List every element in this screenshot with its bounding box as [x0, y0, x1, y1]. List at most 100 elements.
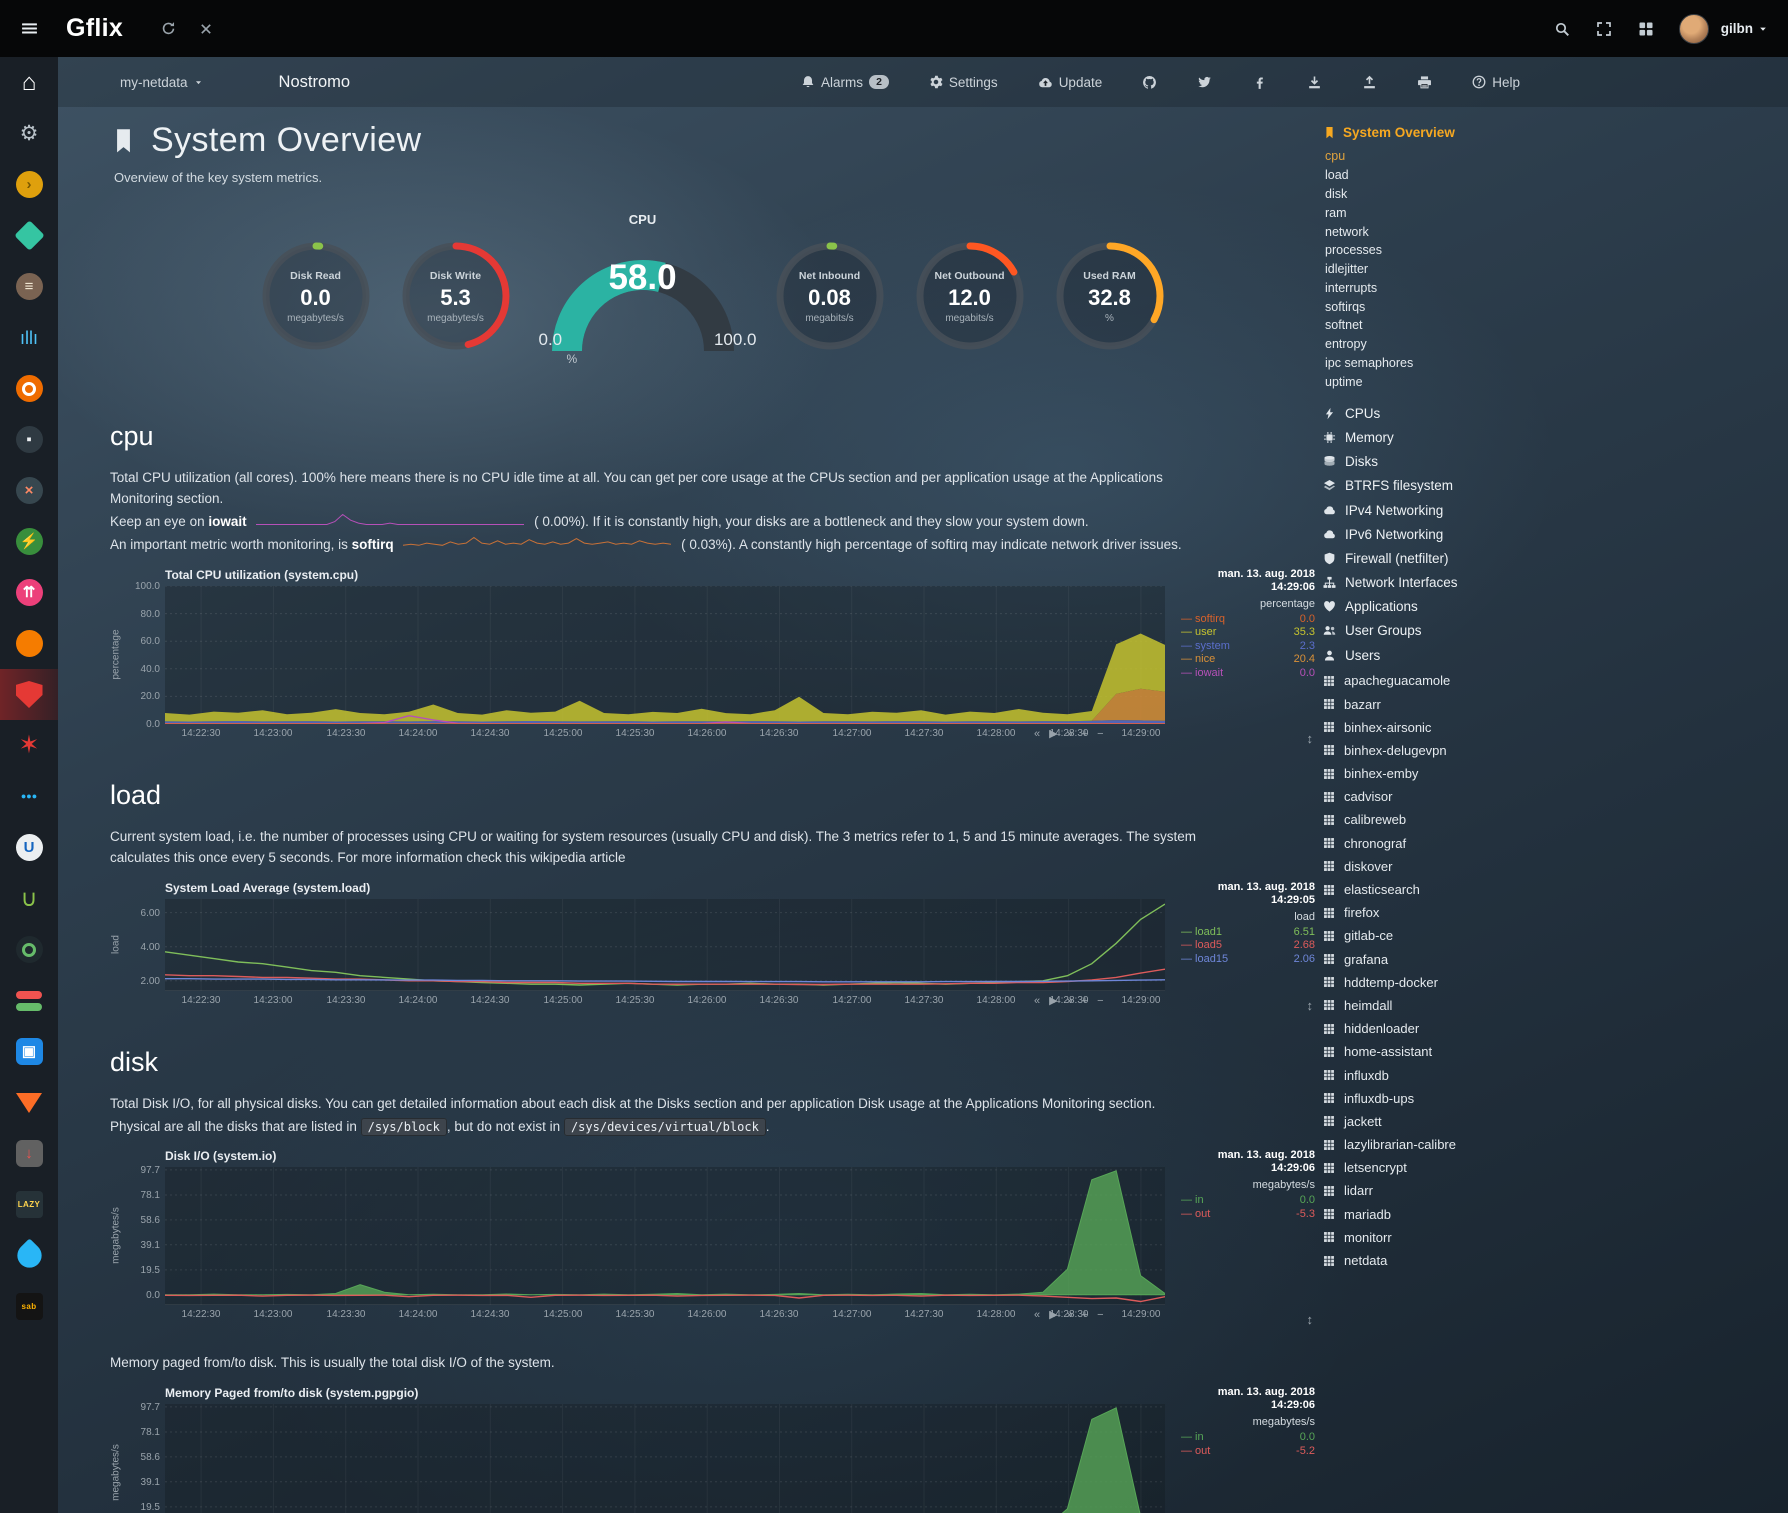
chart-plot-area[interactable] — [165, 1404, 1165, 1513]
gauge-net-inbound[interactable]: Net Inbound0.08megabits/s — [771, 237, 889, 355]
chart-zoom-in-button[interactable]: + — [1082, 728, 1088, 740]
legend-item-load15[interactable]: — load152.06 — [1181, 953, 1315, 967]
legend-item-iowait[interactable]: — iowait0.0 — [1181, 667, 1315, 681]
chart-pan-right-button[interactable]: » — [1067, 995, 1073, 1007]
sidebar-app-deluge[interactable] — [0, 1230, 58, 1281]
sidebar-app-jackett[interactable] — [0, 363, 58, 414]
help-button[interactable]: Help — [1472, 75, 1520, 90]
export-button[interactable] — [1362, 75, 1377, 90]
menu-app-bazarr[interactable]: bazarr — [1323, 692, 1573, 715]
legend-item-out[interactable]: — out-5.2 — [1181, 1445, 1315, 1459]
chart-zoom-out-button[interactable]: − — [1097, 1309, 1103, 1321]
menu-section-btrfs-filesystem[interactable]: BTRFS filesystem — [1323, 474, 1573, 498]
menu-item-uptime[interactable]: uptime — [1325, 372, 1573, 391]
user-menu[interactable]: gilbn — [1721, 21, 1772, 36]
menu-item-disk[interactable]: disk — [1325, 185, 1573, 204]
refresh-tab-button[interactable] — [149, 0, 187, 57]
search-button[interactable] — [1543, 0, 1581, 57]
menu-section-memory[interactable]: Memory — [1323, 425, 1573, 449]
menu-section-user-groups[interactable]: User Groups — [1323, 619, 1573, 643]
chart-zoom-out-button[interactable]: − — [1097, 728, 1103, 740]
server-dropdown[interactable]: my-netdata — [120, 75, 203, 90]
legend-item-system[interactable]: — system2.3 — [1181, 640, 1315, 654]
sidebar-app-lazylibrarian[interactable]: LAZY — [0, 1179, 58, 1230]
sidebar-app-nextcloud[interactable]: ●●● — [0, 771, 58, 822]
menu-item-network[interactable]: network — [1325, 222, 1573, 241]
chart-pan-right-button[interactable]: » — [1067, 1309, 1073, 1321]
sidebar-app-utorrent[interactable]: ∪ — [0, 873, 58, 924]
menu-section-users[interactable]: Users — [1323, 643, 1573, 667]
menu-item-ipc-semaphores[interactable]: ipc semaphores — [1325, 354, 1573, 373]
chart-play-button[interactable]: ▶ — [1049, 1309, 1057, 1321]
menu-item-softirqs[interactable]: softirqs — [1325, 297, 1573, 316]
chart-plot-area[interactable] — [165, 1167, 1165, 1305]
sidebar-app-cluster[interactable]: ✶ — [0, 720, 58, 771]
sidebar-app-settings[interactable]: ⚙ — [0, 108, 58, 159]
facebook-button[interactable] — [1252, 75, 1267, 90]
hamburger-menu-button[interactable] — [0, 0, 58, 57]
legend-item-nice[interactable]: — nice20.4 — [1181, 653, 1315, 667]
sidebar-app-library[interactable]: ≡ — [0, 261, 58, 312]
menu-item-interrupts[interactable]: interrupts — [1325, 278, 1573, 297]
import-button[interactable] — [1307, 75, 1322, 90]
sidebar-app-cadvisor[interactable]: ⚡ — [0, 516, 58, 567]
menu-item-idlejitter[interactable]: idlejitter — [1325, 260, 1573, 279]
menu-item-cpu[interactable]: cpu — [1325, 147, 1573, 166]
legend-item-out[interactable]: — out-5.3 — [1181, 1208, 1315, 1222]
sidebar-app-gitlab[interactable] — [0, 1077, 58, 1128]
menu-app-apacheguacamole[interactable]: apacheguacamole — [1323, 669, 1573, 692]
sidebar-app-home[interactable]: ⌂ — [0, 57, 58, 108]
menu-item-load[interactable]: load — [1325, 166, 1573, 185]
chart-plot-area[interactable] — [165, 899, 1165, 991]
print-button[interactable] — [1417, 75, 1432, 90]
chart-zoom-out-button[interactable]: − — [1097, 995, 1103, 1007]
chart-pan-right-button[interactable]: » — [1067, 728, 1073, 740]
menu-app-chronograf[interactable]: chronograf — [1323, 832, 1573, 855]
legend-item-in[interactable]: — in0.0 — [1181, 1194, 1315, 1208]
legend-item-softirq[interactable]: — softirq0.0 — [1181, 613, 1315, 627]
chart-pan-left-button[interactable]: « — [1034, 1309, 1040, 1321]
menu-app-heimdall[interactable]: heimdall — [1323, 994, 1573, 1017]
chart-load[interactable]: System Load Average (system.load)load6.0… — [110, 881, 1315, 1017]
menu-app-diskover[interactable]: diskover — [1323, 855, 1573, 878]
sidebar-app-duplicati[interactable]: U — [0, 822, 58, 873]
settings-button[interactable]: Settings — [929, 75, 998, 90]
chart-resize-handle[interactable]: ↕ — [1307, 1312, 1314, 1327]
menu-app-monitorr[interactable]: monitorr — [1323, 1226, 1573, 1249]
chart-zoom-in-button[interactable]: + — [1082, 995, 1088, 1007]
menu-app-calibreweb[interactable]: calibreweb — [1323, 808, 1573, 831]
menu-app-mariadb[interactable]: mariadb — [1323, 1203, 1573, 1226]
menu-app-lidarr[interactable]: lidarr — [1323, 1179, 1573, 1202]
menu-app-jackett[interactable]: jackett — [1323, 1110, 1573, 1133]
menu-app-netdata[interactable]: netdata — [1323, 1249, 1573, 1272]
sidebar-app-airsonic[interactable]: ıllı — [0, 312, 58, 363]
menu-app-home-assistant[interactable]: home-assistant — [1323, 1040, 1573, 1063]
menu-app-gitlab-ce[interactable]: gitlab-ce — [1323, 924, 1573, 947]
menu-app-letsencrypt[interactable]: letsencrypt — [1323, 1156, 1573, 1179]
menu-app-grafana[interactable]: grafana — [1323, 947, 1573, 970]
apps-grid-button[interactable] — [1627, 0, 1665, 57]
sidebar-app-pihole[interactable] — [0, 669, 58, 720]
chart-plot-area[interactable] — [165, 586, 1165, 724]
sidebar-app-pills[interactable] — [0, 975, 58, 1026]
menu-app-elasticsearch[interactable]: elasticsearch — [1323, 878, 1573, 901]
sidebar-app-sabnzbd[interactable]: sab — [0, 1281, 58, 1332]
chart-resize-handle[interactable]: ↕ — [1307, 731, 1314, 746]
gauge-disk-write[interactable]: Disk Write5.3megabytes/s — [397, 237, 515, 355]
menu-item-processes[interactable]: processes — [1325, 241, 1573, 260]
close-tab-button[interactable] — [187, 0, 225, 57]
sidebar-app-tautulli[interactable] — [0, 924, 58, 975]
chart-play-button[interactable]: ▶ — [1049, 995, 1057, 1007]
menu-app-influxdb-ups[interactable]: influxdb-ups — [1323, 1087, 1573, 1110]
chart-resize-handle[interactable]: ↕ — [1307, 998, 1314, 1013]
menu-section-cpus[interactable]: CPUs — [1323, 401, 1573, 425]
user-avatar[interactable] — [1679, 14, 1709, 44]
menu-section-firewall-netfilter[interactable]: Firewall (netfilter) — [1323, 546, 1573, 570]
menu-section-disks[interactable]: Disks — [1323, 450, 1573, 474]
fullscreen-button[interactable] — [1585, 0, 1623, 57]
chart-memory-paged[interactable]: Memory Paged from/to disk (system.pgpgio… — [110, 1386, 1315, 1513]
menu-app-binhex-airsonic[interactable]: binhex-airsonic — [1323, 716, 1573, 739]
menu-app-hddtemp-docker[interactable]: hddtemp-docker — [1323, 971, 1573, 994]
menu-app-influxdb[interactable]: influxdb — [1323, 1063, 1573, 1086]
update-button[interactable]: Update — [1038, 75, 1103, 90]
